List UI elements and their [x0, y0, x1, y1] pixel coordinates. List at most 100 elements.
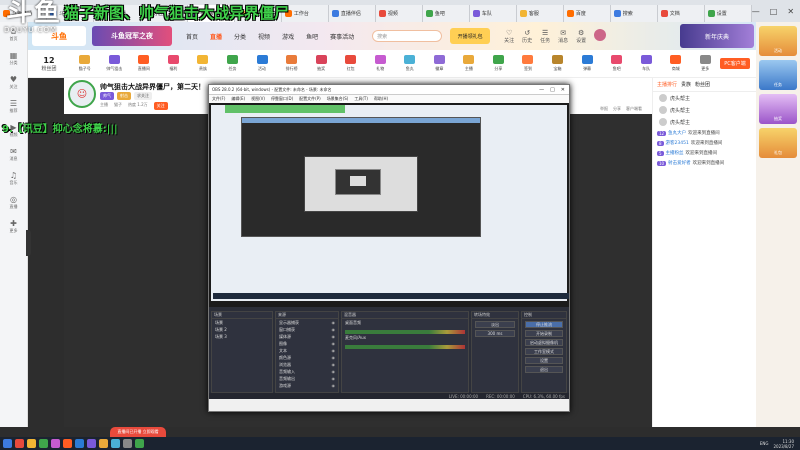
- nav-link[interactable]: 游戏: [282, 32, 294, 41]
- feature-item[interactable]: 主播: [454, 55, 484, 72]
- taskbar-app-icon[interactable]: [111, 439, 120, 448]
- header-icon-button[interactable]: ⚙ 设置: [576, 29, 586, 44]
- eye-icon[interactable]: ◉: [332, 341, 339, 346]
- obs-maximize-icon[interactable]: □: [550, 87, 555, 93]
- source-item[interactable]: 媒体源 ◉: [276, 333, 338, 340]
- search-input[interactable]: 搜索: [372, 30, 443, 42]
- minimize-icon[interactable]: —: [752, 7, 760, 16]
- feature-item[interactable]: 商城: [661, 55, 691, 72]
- taskbar-app-icon[interactable]: [27, 439, 36, 448]
- feature-item[interactable]: 礼物: [365, 55, 395, 72]
- taskbar-app-icon[interactable]: [51, 439, 60, 448]
- feature-item[interactable]: 直播间: [129, 55, 159, 72]
- source-item[interactable]: 窗口捕获 ◉: [276, 326, 338, 333]
- source-item[interactable]: 游戏源 ◉: [276, 382, 338, 389]
- sidebar-item[interactable]: ▦ 分类: [0, 46, 27, 70]
- header-icon-button[interactable]: ✉ 消息: [558, 29, 568, 44]
- streamer-avatar[interactable]: ☺: [68, 80, 96, 108]
- control-button[interactable]: 设置: [525, 357, 563, 364]
- transition-select[interactable]: 淡出: [475, 321, 515, 328]
- taskbar-app-icon[interactable]: [135, 439, 144, 448]
- source-item[interactable]: 浏览器 ◉: [276, 361, 338, 368]
- feature-item[interactable]: 红包: [336, 55, 366, 72]
- obs-menu-item[interactable]: 场景集合(S): [327, 96, 349, 102]
- eye-icon[interactable]: ◉: [332, 355, 339, 360]
- eye-icon[interactable]: ◉: [332, 334, 339, 339]
- scene-item[interactable]: 场景 2: [212, 326, 272, 333]
- obs-menu-item[interactable]: 编辑(E): [231, 96, 245, 102]
- promo-card[interactable]: 任务: [759, 60, 797, 90]
- feature-item[interactable]: 徽章: [425, 55, 455, 72]
- clock[interactable]: 11:30 2023/8/27: [773, 439, 794, 449]
- source-item[interactable]: 音频输出 ◉: [276, 375, 338, 382]
- header-icon-button[interactable]: ↺ 历史: [522, 29, 532, 44]
- obs-close-icon[interactable]: ✕: [561, 87, 565, 93]
- room-tag[interactable]: 帅气: [100, 92, 114, 100]
- client-link[interactable]: 客户端看: [626, 106, 642, 112]
- live-notification[interactable]: 直播间已开播 立即观看: [110, 427, 166, 437]
- tab-fans[interactable]: 粉丝团: [695, 81, 710, 88]
- eye-icon[interactable]: ◉: [332, 376, 339, 381]
- source-item[interactable]: 颜色源 ◉: [276, 354, 338, 361]
- header-right-banner[interactable]: 新年庆典: [680, 24, 754, 48]
- promo-card[interactable]: 礼包: [759, 128, 797, 158]
- feature-item[interactable]: 弹幕: [572, 55, 602, 72]
- browser-tab[interactable]: 客服: [516, 5, 564, 22]
- obs-menu-item[interactable]: 视图(V): [251, 96, 265, 102]
- obs-preview[interactable]: [209, 103, 569, 307]
- language-indicator[interactable]: ENG: [760, 441, 769, 446]
- feature-item[interactable]: 签到: [513, 55, 543, 72]
- feature-item[interactable]: 帅气狙击: [100, 55, 130, 72]
- scene-item[interactable]: 场景 3: [212, 333, 272, 340]
- browser-tab[interactable]: 文档: [657, 5, 705, 22]
- sidebar-item[interactable]: ✉ 消息: [0, 142, 27, 166]
- rank-row[interactable]: 虎头帮主: [653, 92, 756, 104]
- browser-tab[interactable]: 搜索: [610, 5, 658, 22]
- sidebar-item[interactable]: ☰ 推荐: [0, 94, 27, 118]
- chat-username[interactable]: 射击爱好者: [668, 160, 691, 166]
- source-item[interactable]: 图像 ◉: [276, 340, 338, 347]
- browser-tab[interactable]: 车队: [469, 5, 517, 22]
- feature-item[interactable]: 排行榜: [277, 55, 307, 72]
- report-link[interactable]: 举报: [600, 106, 608, 112]
- chat-username[interactable]: 主播粉丝: [666, 150, 684, 156]
- close-icon[interactable]: ✕: [787, 7, 794, 16]
- taskbar-app-icon[interactable]: [123, 439, 132, 448]
- feature-item[interactable]: 福利: [159, 55, 189, 72]
- rank-row[interactable]: 虎头帮主: [653, 116, 756, 128]
- obs-minimize-icon[interactable]: —: [539, 87, 544, 93]
- eye-icon[interactable]: ◉: [332, 383, 339, 388]
- feature-item[interactable]: 车队: [631, 55, 661, 72]
- taskbar-app-icon[interactable]: [87, 439, 96, 448]
- feature-item[interactable]: 贵族: [188, 55, 218, 72]
- header-banner[interactable]: 斗鱼冠军之夜: [92, 26, 172, 46]
- eye-icon[interactable]: ◉: [332, 327, 339, 332]
- eye-icon[interactable]: ◉: [332, 348, 339, 353]
- sidebar-toggle-handle[interactable]: [26, 230, 31, 256]
- nav-link[interactable]: 赛事活动: [330, 32, 354, 41]
- feature-item[interactable]: 抽奖: [306, 55, 336, 72]
- sidebar-item[interactable]: ✚ 更多: [0, 214, 27, 238]
- maximize-icon[interactable]: □: [770, 7, 778, 16]
- browser-tab[interactable]: 百度: [563, 5, 611, 22]
- feature-item[interactable]: 猫子号: [70, 55, 100, 72]
- feature-item[interactable]: 分享: [484, 55, 514, 72]
- taskbar-app-icon[interactable]: [39, 439, 48, 448]
- source-item[interactable]: 文本 ◉: [276, 347, 338, 354]
- volume-meter[interactable]: [345, 330, 465, 334]
- taskbar-app-icon[interactable]: [63, 439, 72, 448]
- control-button[interactable]: 停止推流: [525, 321, 563, 328]
- nav-link[interactable]: 鱼吧: [306, 32, 318, 41]
- room-tag[interactable]: 求关注: [134, 92, 152, 100]
- nav-link[interactable]: 首页: [186, 32, 198, 41]
- control-button[interactable]: 开始录制: [525, 330, 563, 337]
- eye-icon[interactable]: ◉: [332, 320, 339, 325]
- obs-menu-item[interactable]: 停靠窗口(D): [271, 96, 293, 102]
- promo-card[interactable]: 活动: [759, 26, 797, 56]
- room-tag[interactable]: 射击: [117, 92, 131, 100]
- obs-menu-item[interactable]: 文件(F): [212, 96, 225, 102]
- nav-link[interactable]: 视频: [258, 32, 270, 41]
- feature-item[interactable]: 活动: [247, 55, 277, 72]
- sidebar-item[interactable]: ◎ 直播: [0, 190, 27, 214]
- chat-username[interactable]: 鱼丸大户: [668, 130, 686, 136]
